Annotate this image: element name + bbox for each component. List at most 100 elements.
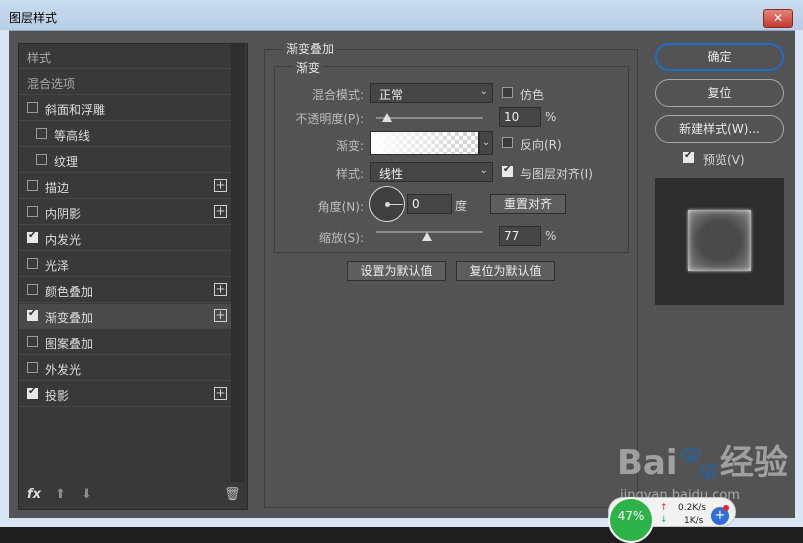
reset-to-default-button[interactable]: 复位为默认值: [456, 261, 555, 281]
styles-list-item[interactable]: 等高线: [19, 122, 231, 147]
align-with-layer-checkbox[interactable]: [502, 164, 513, 177]
gradient-swatch[interactable]: [370, 131, 479, 155]
angle-dial[interactable]: [369, 186, 405, 222]
download-speed: 1K/s: [684, 516, 704, 526]
angle-dial-center: [385, 202, 390, 207]
style-item-label: 内发光: [45, 233, 82, 247]
add-effect-plus-icon[interactable]: +: [214, 179, 227, 192]
blend-mode-select[interactable]: 正常 ⌄: [370, 83, 493, 103]
trash-icon[interactable]: 🗑: [224, 487, 241, 502]
add-effect-plus-icon[interactable]: +: [214, 205, 227, 218]
style-checkbox[interactable]: [36, 154, 47, 165]
gradient-overlay-title: 渐变叠加: [283, 40, 338, 57]
window-frame-left: [0, 30, 9, 520]
styles-list-item[interactable]: 描边 +: [19, 174, 231, 199]
align-with-layer-label: 与图层对齐(I): [520, 167, 593, 181]
styles-list-item[interactable]: 内阴影 +: [19, 200, 231, 225]
preview-swatch: [688, 210, 751, 271]
move-down-icon[interactable]: ⬇: [81, 487, 92, 502]
style-item-label: 颜色叠加: [45, 285, 94, 299]
style-checkbox[interactable]: [27, 362, 38, 373]
set-as-default-button[interactable]: 设置为默认值: [347, 261, 446, 281]
styles-list-item[interactable]: 内发光: [19, 226, 231, 251]
chevron-down-icon: ⌄: [479, 86, 488, 97]
style-item-label: 描边: [45, 181, 70, 195]
blend-mode-value: 正常: [379, 88, 404, 102]
window-frame-right: [795, 30, 803, 520]
styles-list-item[interactable]: 投影 +: [19, 382, 231, 407]
gradient-group-title: 渐变: [293, 59, 324, 76]
styles-scrollbar[interactable]: [231, 44, 245, 482]
reset-button[interactable]: 复位: [655, 79, 784, 107]
new-style-button[interactable]: 新建样式(W)...: [655, 115, 784, 143]
style-label: 样式:: [335, 167, 364, 181]
style-select[interactable]: 线性 ⌄: [370, 162, 493, 182]
styles-list-item[interactable]: 渐变叠加 +: [19, 304, 231, 329]
styles-list-item[interactable]: 颜色叠加 +: [19, 278, 231, 303]
preview-label: 预览(V): [703, 153, 745, 167]
style-checkbox[interactable]: [27, 206, 38, 217]
style-item-label: 光泽: [45, 259, 70, 273]
fx-button[interactable]: fx: [27, 487, 41, 502]
move-up-icon[interactable]: ⬆: [55, 487, 66, 502]
style-item-label: 渐变叠加: [45, 311, 94, 325]
notification-dot: [723, 505, 729, 511]
add-effect-plus-icon[interactable]: +: [214, 387, 227, 400]
style-checkbox[interactable]: [27, 102, 38, 113]
gradient-label: 渐变:: [335, 139, 364, 153]
styles-list-item[interactable]: 斜面和浮雕: [19, 96, 231, 121]
gradient-picker-chevron-icon[interactable]: ⌄: [479, 131, 493, 155]
style-item-label: 纹理: [54, 155, 79, 169]
chevron-down-icon: ⌄: [479, 165, 488, 176]
opacity-label: 不透明度(P):: [295, 112, 364, 126]
close-button[interactable]: ✕: [763, 9, 793, 28]
scale-input[interactable]: 77: [499, 226, 541, 246]
style-checkbox[interactable]: [27, 230, 38, 243]
add-effect-plus-icon[interactable]: +: [214, 283, 227, 296]
style-item-label: 投影: [45, 389, 70, 403]
blend-mode-label: 混合模式:: [311, 88, 364, 102]
style-item-label: 图案叠加: [45, 337, 94, 351]
style-value: 线性: [379, 167, 404, 181]
styles-list-item[interactable]: 外发光: [19, 356, 231, 381]
styles-header-label: 样式: [27, 51, 52, 65]
dither-label: 仿色: [520, 88, 545, 102]
scale-label: 缩放(S):: [318, 231, 364, 245]
upload-arrow-icon: ↑: [660, 503, 668, 513]
download-arrow-icon: ↓: [660, 515, 668, 525]
opacity-slider-track[interactable]: [376, 117, 483, 119]
preview-checkbox[interactable]: [683, 150, 694, 163]
angle-input[interactable]: 0: [407, 194, 452, 214]
styles-list-item[interactable]: 纹理: [19, 148, 231, 173]
styles-list-item[interactable]: 光泽: [19, 252, 231, 277]
style-checkbox[interactable]: [27, 308, 38, 321]
style-checkbox[interactable]: [27, 258, 38, 269]
style-item-label: 内阴影: [45, 207, 82, 221]
add-effect-plus-icon[interactable]: +: [214, 309, 227, 322]
network-percent-badge[interactable]: 47%: [608, 497, 654, 543]
reverse-checkbox[interactable]: [502, 137, 513, 148]
angle-label: 角度(N):: [317, 200, 364, 214]
degree-unit: 度: [455, 199, 468, 213]
style-checkbox[interactable]: [27, 336, 38, 347]
dither-checkbox[interactable]: [502, 87, 513, 98]
style-checkbox[interactable]: [36, 128, 47, 139]
reset-alignment-button[interactable]: 重置对齐: [490, 194, 566, 214]
title-bar: 图层样式 ✕: [0, 0, 803, 31]
styles-list-item[interactable]: 图案叠加: [19, 330, 231, 355]
style-checkbox[interactable]: [27, 284, 38, 295]
ok-button[interactable]: 确定: [655, 43, 784, 71]
blend-options-label: 混合选项: [27, 77, 76, 91]
style-checkbox[interactable]: [27, 180, 38, 191]
scale-slider-thumb[interactable]: [422, 232, 433, 241]
scale-unit: %: [545, 229, 557, 243]
opacity-slider-thumb[interactable]: [381, 113, 392, 122]
style-item-label: 等高线: [54, 129, 91, 143]
style-checkbox[interactable]: [27, 386, 38, 399]
style-item-label: 外发光: [45, 363, 82, 377]
style-item-label: 斜面和浮雕: [45, 103, 106, 117]
blend-options-item[interactable]: 混合选项: [19, 70, 231, 95]
window-title: 图层样式: [9, 11, 58, 25]
opacity-input[interactable]: 10: [499, 107, 541, 127]
upload-speed: 0.2K/s: [678, 503, 706, 513]
